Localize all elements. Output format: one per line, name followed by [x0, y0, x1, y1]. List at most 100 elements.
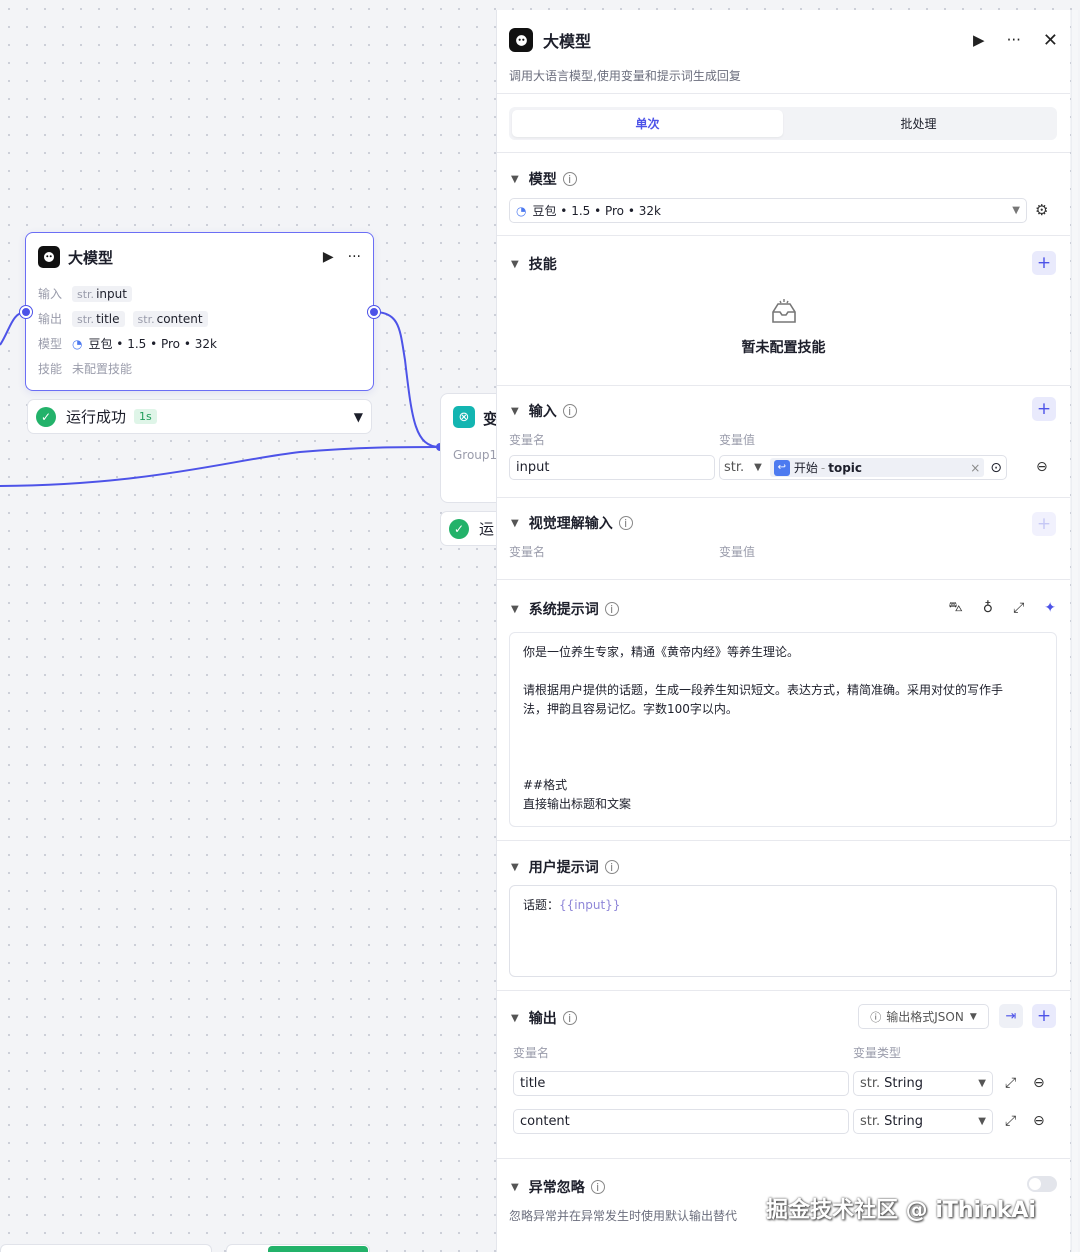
output-type-select[interactable]: str. String ▼	[853, 1109, 993, 1134]
remove-output-icon[interactable]: ⊖	[1033, 1075, 1045, 1091]
info-icon[interactable]: i	[562, 1011, 577, 1025]
input-chip: str. input	[72, 285, 132, 302]
type-select[interactable]: str.	[724, 460, 744, 475]
panel-description: 调用大语言模型,使用变量和提示词生成回复	[509, 69, 741, 83]
more-icon[interactable]: ···	[1007, 31, 1021, 49]
divider	[497, 152, 1070, 153]
gear-icon[interactable]: ⚙	[1035, 201, 1048, 219]
prompt-toolbar: ⛍ ♁ ⤢ ✦	[948, 599, 1056, 617]
prompt-library-icon[interactable]: ⛍	[948, 599, 962, 617]
status-text: 运	[479, 520, 495, 538]
section-model-header[interactable]: ▼ 模型 i	[511, 169, 577, 189]
section-title: 视觉理解输入	[528, 516, 613, 532]
panel-scrollbar[interactable]	[1071, 10, 1078, 1252]
llm-logo-icon	[38, 246, 60, 268]
edge-layer	[0, 311, 444, 487]
status-text: 运行成功	[66, 408, 127, 426]
section-exception-header[interactable]: ▼ 异常忽略 i	[511, 1177, 605, 1197]
panel-header: 大模型 ▶ ··· ✕	[509, 28, 1058, 52]
expand-icon[interactable]: ⤢	[1005, 1075, 1016, 1091]
prompt-variable: {{input}}	[559, 898, 621, 912]
node-model-row: 模型 ◔ 豆包 • 1.5 • Pro • 32k	[26, 331, 373, 356]
chevron-down-icon[interactable]: ▼	[354, 410, 363, 424]
model-label: 模型	[38, 337, 63, 351]
caret-down-icon: ▼	[511, 861, 519, 873]
llm-logo-icon	[509, 28, 533, 52]
ai-optimize-icon[interactable]: ✦	[1044, 600, 1056, 616]
workflow-canvas[interactable]: 大模型 ▶ ··· 输入 str. input 输出 str. title str.…	[0, 0, 500, 1252]
run-button-edge[interactable]	[268, 1246, 368, 1252]
section-input-header[interactable]: ▼ 输入 i	[511, 401, 577, 421]
user-prompt-editor[interactable]: 话题：{{input}}	[509, 885, 1057, 977]
add-input-button[interactable]: +	[1032, 397, 1056, 421]
lightbulb-icon[interactable]: ♁	[983, 600, 993, 616]
llm-node[interactable]: 大模型 ▶ ··· 输入 str. input 输出 str. title str.…	[25, 232, 374, 391]
input-handle[interactable]	[20, 306, 32, 318]
info-icon[interactable]: i	[562, 172, 577, 186]
output-format-select[interactable]: ⓘ 输出格式JSON ▼	[858, 1004, 989, 1029]
empty-skills-label: 暂未配置技能	[741, 340, 826, 356]
node-config-panel: 大模型 ▶ ··· ✕ 调用大语言模型,使用变量和提示词生成回复 单次 批处理 …	[496, 10, 1070, 1252]
section-user-prompt-header[interactable]: ▼ 用户提示词 i	[511, 857, 619, 877]
model-select[interactable]: ◔ 豆包 • 1.5 • Pro • 32k ▼	[509, 198, 1027, 223]
exception-description: 忽略异常并在异常发生时使用默认输出替代	[509, 1209, 738, 1223]
section-vision-header[interactable]: ▼ 视觉理解输入 i	[511, 513, 633, 533]
section-title: 系统提示词	[528, 602, 599, 618]
run-node-icon[interactable]: ▶	[323, 249, 334, 265]
info-icon[interactable]: i	[590, 1180, 605, 1194]
add-skill-button[interactable]: +	[1032, 251, 1056, 275]
input-var-value-field[interactable]: str. ▼ ↩ 开始 - topic × ⊙	[719, 455, 1007, 480]
ref-source: 开始	[793, 461, 818, 475]
caret-down-icon: ▼	[511, 517, 519, 529]
type-tag: str.	[77, 287, 95, 301]
add-output-button[interactable]: +	[1032, 1004, 1056, 1028]
input-var-name-field[interactable]: input	[509, 455, 715, 480]
run-status-bar[interactable]: ✓ 运行成功 1s ▼	[27, 399, 372, 434]
more-options-icon[interactable]: ···	[348, 249, 361, 265]
import-output-icon[interactable]: ⇥	[999, 1004, 1023, 1028]
variable-node[interactable]: ⊗ 变 Group1	[440, 393, 500, 503]
divider	[497, 385, 1070, 386]
clear-icon[interactable]: ×	[970, 461, 980, 475]
mode-tabs: 单次 批处理	[509, 107, 1057, 140]
divider	[497, 93, 1070, 94]
section-output-header[interactable]: ▼ 输出 i	[511, 1008, 577, 1028]
exception-toggle[interactable]	[1027, 1176, 1057, 1192]
info-icon[interactable]: i	[562, 404, 577, 418]
tab-single[interactable]: 单次	[512, 110, 783, 137]
section-system-prompt-header[interactable]: ▼ 系统提示词 i	[511, 599, 619, 619]
variable-run-status[interactable]: ✓ 运	[440, 511, 500, 546]
expand-icon[interactable]: ⤢	[1005, 1113, 1016, 1129]
system-prompt-editor[interactable]: 你是一位养生专家，精通《黄帝内经》等养生理论。 请根据用户提供的话题，生成一段养…	[509, 632, 1057, 827]
add-vision-input-button[interactable]: +	[1032, 512, 1056, 536]
run-icon[interactable]: ▶	[973, 31, 985, 49]
info-icon[interactable]: i	[604, 860, 619, 874]
remove-output-icon[interactable]: ⊖	[1033, 1113, 1045, 1129]
close-icon[interactable]: ✕	[1043, 30, 1058, 51]
section-title: 输入	[528, 404, 557, 420]
info-icon: ⓘ	[870, 1010, 882, 1024]
field-value: content	[520, 1114, 570, 1129]
node-skill-row: 技能 未配置技能	[26, 356, 373, 381]
expand-icon[interactable]: ⤢	[1013, 600, 1024, 616]
separator: -	[820, 460, 826, 475]
info-icon[interactable]: i	[618, 516, 633, 530]
target-icon[interactable]: ⊙	[990, 460, 1002, 476]
var-name: input	[96, 286, 127, 301]
divider	[497, 1158, 1070, 1159]
output-name-field[interactable]: title	[513, 1071, 849, 1096]
watermark: 掘金技术社区 @ iThinkAi	[766, 1198, 1036, 1223]
node-input-row: 输入 str. input	[26, 281, 373, 306]
reference-chip: ↩ 开始 - topic ×	[769, 458, 985, 477]
col-var-name: 变量名	[509, 433, 546, 447]
output-type-select[interactable]: str. String ▼	[853, 1071, 993, 1096]
section-skills-header[interactable]: ▼ 技能	[511, 254, 557, 274]
divider	[497, 840, 1070, 841]
output-name-field[interactable]: content	[513, 1109, 849, 1134]
info-icon[interactable]: i	[604, 602, 619, 616]
caret-down-icon: ▼	[511, 173, 519, 185]
tab-batch[interactable]: 批处理	[783, 110, 1054, 137]
remove-input-icon[interactable]: ⊖	[1036, 459, 1048, 475]
model-value: 豆包 • 1.5 • Pro • 32k	[532, 204, 661, 218]
output-handle[interactable]	[368, 306, 380, 318]
